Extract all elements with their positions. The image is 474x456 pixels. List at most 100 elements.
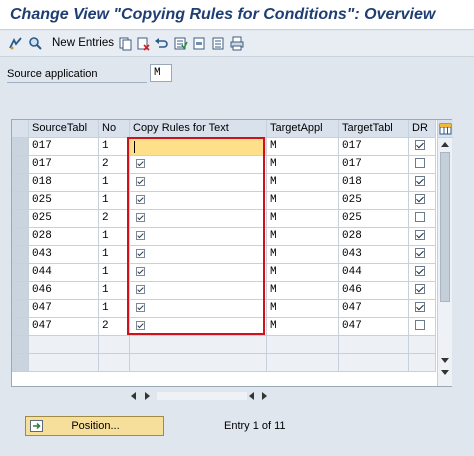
scroll-track[interactable] — [157, 392, 247, 400]
copy-rules-cell[interactable] — [130, 282, 267, 300]
row-selector[interactable] — [12, 156, 29, 174]
col-dr[interactable]: DR — [409, 120, 436, 138]
copy-rules-cell[interactable] — [130, 264, 267, 282]
col-no[interactable]: No — [99, 120, 130, 138]
target-appl-cell: M — [267, 246, 339, 264]
source-application-field[interactable]: M — [150, 64, 172, 82]
copy-rules-cell[interactable] — [130, 138, 267, 156]
row-selector[interactable] — [12, 264, 29, 282]
scroll-up-icon[interactable] — [441, 142, 449, 147]
scroll-right-icon[interactable] — [145, 392, 150, 400]
undo-icon[interactable] — [154, 36, 169, 51]
dr-cell — [409, 300, 436, 318]
source-table-cell: 017 — [29, 156, 99, 174]
scroll-thumb[interactable] — [440, 152, 450, 302]
target-table-cell: 044 — [339, 264, 409, 282]
deselect-all-icon[interactable] — [211, 36, 226, 51]
row-selector[interactable] — [12, 246, 29, 264]
dr-cell — [409, 264, 436, 282]
row-selector[interactable] — [12, 210, 29, 228]
dr-checkbox[interactable] — [415, 248, 425, 258]
table-settings-icon[interactable] — [438, 120, 453, 138]
no-cell: 2 — [99, 318, 130, 336]
copy-rule-icon — [136, 285, 145, 294]
col-source-table[interactable]: SourceTabl — [29, 120, 99, 138]
table-row: 028 1 M 028 — [12, 228, 436, 246]
select-block-icon[interactable] — [192, 36, 207, 51]
col-target-appl[interactable]: TargetAppl — [267, 120, 339, 138]
table-row: 046 1 M 046 — [12, 282, 436, 300]
source-table-cell: 047 — [29, 300, 99, 318]
empty-cell — [99, 354, 130, 372]
horizontal-scrollbar[interactable] — [131, 392, 271, 402]
target-table-cell: 017 — [339, 138, 409, 156]
row-selector[interactable] — [12, 318, 29, 336]
select-all-icon[interactable] — [173, 36, 188, 51]
scroll-left-end-icon[interactable] — [249, 392, 254, 400]
dr-checkbox[interactable] — [415, 230, 425, 240]
source-table-cell: 025 — [29, 210, 99, 228]
table-row: 025 2 M 025 — [12, 210, 436, 228]
copy-rules-cell[interactable] — [130, 210, 267, 228]
source-table-cell: 047 — [29, 318, 99, 336]
display-change-icon[interactable] — [8, 36, 23, 51]
dr-cell — [409, 228, 436, 246]
dr-checkbox[interactable] — [415, 266, 425, 276]
row-selector[interactable] — [12, 354, 29, 372]
vertical-scrollbar[interactable] — [437, 120, 453, 386]
row-selector[interactable] — [12, 228, 29, 246]
row-selector[interactable] — [12, 300, 29, 318]
dr-checkbox[interactable] — [415, 158, 425, 168]
dr-checkbox[interactable] — [415, 194, 425, 204]
target-table-cell: 047 — [339, 300, 409, 318]
copy-rules-cell[interactable] — [130, 300, 267, 318]
scroll-left-icon[interactable] — [131, 392, 136, 400]
source-table-cell: 046 — [29, 282, 99, 300]
copy-rules-cell[interactable] — [130, 318, 267, 336]
dr-cell — [409, 174, 436, 192]
copy-rules-cell[interactable] — [130, 156, 267, 174]
table-header: SourceTabl No Copy Rules for Text Target… — [12, 120, 436, 138]
select-all-rows-cell[interactable] — [12, 120, 29, 138]
source-table-cell: 043 — [29, 246, 99, 264]
no-cell: 1 — [99, 228, 130, 246]
delete-icon[interactable] — [136, 36, 151, 51]
target-appl-cell: M — [267, 156, 339, 174]
copy-rules-cell[interactable] — [130, 174, 267, 192]
copy-rule-icon — [136, 177, 145, 186]
copy-rules-cell[interactable] — [130, 246, 267, 264]
row-selector[interactable] — [12, 282, 29, 300]
new-entries-button[interactable]: New Entries — [52, 37, 114, 49]
dr-checkbox[interactable] — [415, 212, 425, 222]
row-selector[interactable] — [12, 192, 29, 210]
print-icon[interactable] — [230, 36, 245, 51]
dr-checkbox[interactable] — [415, 320, 425, 330]
empty-cell — [267, 336, 339, 354]
copy-rules-cell[interactable] — [130, 192, 267, 210]
copy-rules-cell[interactable] — [130, 228, 267, 246]
dr-checkbox[interactable] — [415, 302, 425, 312]
no-cell: 2 — [99, 210, 130, 228]
empty-cell — [130, 354, 267, 372]
dr-cell — [409, 192, 436, 210]
col-target-table[interactable]: TargetTabl — [339, 120, 409, 138]
page-title: Change View "Copying Rules for Condition… — [10, 6, 436, 23]
copy-rule-icon — [136, 303, 145, 312]
row-selector[interactable] — [12, 174, 29, 192]
col-copy-rules[interactable]: Copy Rules for Text — [130, 120, 267, 138]
scroll-down-icon[interactable] — [441, 358, 449, 363]
source-table-cell: 018 — [29, 174, 99, 192]
other-view-icon[interactable] — [28, 36, 43, 51]
dr-checkbox[interactable] — [415, 176, 425, 186]
row-selector[interactable] — [12, 138, 29, 156]
dr-checkbox[interactable] — [415, 140, 425, 150]
position-button[interactable]: Position... — [25, 416, 164, 436]
scroll-right-end-icon[interactable] — [262, 392, 267, 400]
empty-cell — [29, 336, 99, 354]
target-appl-cell: M — [267, 192, 339, 210]
empty-table-row — [12, 354, 436, 372]
copy-icon[interactable] — [118, 36, 133, 51]
row-selector[interactable] — [12, 336, 29, 354]
dr-checkbox[interactable] — [415, 284, 425, 294]
scroll-bottom-icon[interactable] — [441, 370, 449, 375]
